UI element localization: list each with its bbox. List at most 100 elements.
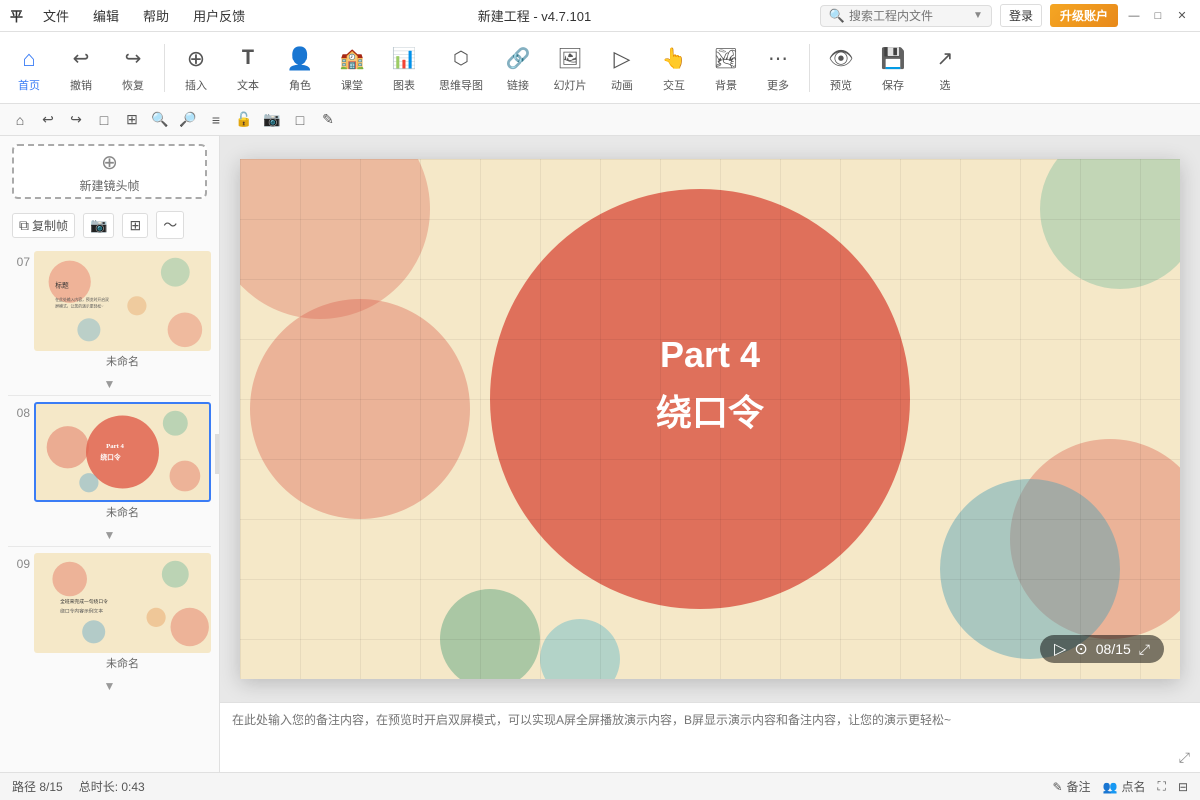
- wave-tool-button[interactable]: 〜: [156, 211, 184, 239]
- toolbar-select[interactable]: ↗ 选: [920, 39, 970, 97]
- maximize-button[interactable]: □: [1150, 8, 1166, 24]
- link-label: 链接: [507, 77, 529, 93]
- annotation-icon: ✎: [1052, 780, 1062, 794]
- sec-list-btn[interactable]: ≡: [204, 108, 228, 132]
- notes-expand-button[interactable]: ⤢: [1179, 749, 1190, 766]
- slide-thumb-08: Part 4 绕口令: [34, 402, 211, 502]
- platform-label: 平: [10, 6, 23, 25]
- class-icon: 🏫: [340, 43, 365, 75]
- status-duration: 总时长: 0:43: [79, 778, 145, 795]
- grid-tool-button[interactable]: ⊞: [122, 213, 148, 238]
- insert-icon: ⊕: [187, 43, 205, 75]
- notes-textarea[interactable]: [232, 711, 1188, 764]
- sec-camera-btn[interactable]: 📷: [260, 108, 284, 132]
- menu-file[interactable]: 文件: [39, 4, 73, 27]
- camera-tool-button[interactable]: 📷: [83, 213, 114, 238]
- search-dropdown-icon[interactable]: ▼: [973, 10, 983, 21]
- toolbar-link[interactable]: 🔗 链接: [493, 39, 543, 97]
- toolbar-animation[interactable]: ▷ 动画: [597, 39, 647, 97]
- background-icon: 🏞: [713, 43, 738, 75]
- search-input[interactable]: [849, 9, 969, 23]
- title-bar-left: 平 文件 编辑 帮助 用户反馈: [10, 4, 249, 27]
- slide-expand-07[interactable]: ▼: [104, 377, 116, 391]
- toolbar-more[interactable]: ⋯ 更多: [753, 39, 803, 97]
- toolbar-insert[interactable]: ⊕ 插入: [171, 39, 221, 97]
- svg-text:Part 4: Part 4: [106, 443, 124, 450]
- sec-zoomin-btn[interactable]: 🔍: [148, 108, 172, 132]
- sec-grid-btn[interactable]: ⊞: [120, 108, 144, 132]
- toolbar-chart[interactable]: 📊 图表: [379, 39, 429, 97]
- sec-zoomout-btn[interactable]: 🔎: [176, 108, 200, 132]
- sec-fwd-btn[interactable]: ↪: [64, 108, 88, 132]
- slide-expand-09[interactable]: ▼: [104, 679, 116, 693]
- toolbar-class[interactable]: 🏫 课堂: [327, 39, 377, 97]
- undo-label: 撤销: [70, 77, 92, 93]
- slide-thumb-09: 全班来完成一句绕口令 绕口令内容示例文本: [34, 553, 211, 653]
- role-icon: 👤: [286, 43, 313, 75]
- undo-icon: ↩: [73, 43, 90, 75]
- collapse-status-button[interactable]: ⊟: [1178, 780, 1188, 794]
- search-box[interactable]: 🔍 ▼: [820, 5, 992, 27]
- slide-tools: ⧉ 复制帧 📷 ⊞ 〜: [0, 207, 219, 243]
- title-bar-right: 🔍 ▼ 登录 升级账户 — □ ✕: [820, 4, 1190, 27]
- new-slide-button[interactable]: ⊕ 新建镜头帧: [12, 144, 207, 199]
- toolbar-text[interactable]: 𝐓 文本: [223, 39, 273, 97]
- main-toolbar: ⌂ 首页 ↩ 撤销 ↪ 恢复 ⊕ 插入 𝐓 文本 👤 角色 🏫 课堂 📊 图表 …: [0, 32, 1200, 104]
- fullscreen-button[interactable]: ⛶: [1158, 779, 1166, 794]
- circle-topright-green: [1040, 159, 1180, 289]
- toolbar-interact[interactable]: 👆 交互: [649, 39, 699, 97]
- toolbar-mindmap[interactable]: ⬡ 思维导图: [431, 39, 491, 97]
- wave-tool-icon: 〜: [163, 215, 177, 235]
- save-label: 保存: [882, 77, 904, 93]
- sec-edit-btn[interactable]: ✎: [316, 108, 340, 132]
- chart-icon: 📊: [392, 43, 417, 75]
- canvas-title-line2: 绕口令: [590, 384, 830, 436]
- home-label: 首页: [18, 77, 40, 93]
- link-icon: 🔗: [506, 43, 531, 75]
- slide-item-07[interactable]: 07 标题 在此处输入内容，预览时开启双 屏模式，让您的演示更轻松~: [0, 247, 219, 375]
- select-label: 选: [940, 77, 951, 93]
- slide-item-08[interactable]: 08 Part 4 绕口令 未: [0, 398, 219, 526]
- svg-text:在此处输入内容，预览时开启双: 在此处输入内容，预览时开启双: [55, 297, 109, 302]
- toolbar-home[interactable]: ⌂ 首页: [4, 39, 54, 97]
- sec-lock-btn[interactable]: 🔓: [232, 108, 256, 132]
- interact-label: 交互: [663, 77, 685, 93]
- sec-rect-btn[interactable]: □: [288, 108, 312, 132]
- login-button[interactable]: 登录: [1000, 4, 1042, 27]
- minimize-button[interactable]: —: [1126, 8, 1142, 24]
- sec-back-btn[interactable]: ↩: [36, 108, 60, 132]
- callname-button[interactable]: 👥 点名: [1103, 778, 1146, 795]
- slideshow-icon: 🖼: [557, 43, 582, 75]
- canvas-area: Part 4 绕口令 ▷ ⊙ 08/15 ⤢ ⤢: [220, 136, 1200, 772]
- close-button[interactable]: ✕: [1174, 8, 1190, 24]
- toolbar-role[interactable]: 👤 角色: [275, 39, 325, 97]
- sidebar: ⊕ 新建镜头帧 ⧉ 复制帧 📷 ⊞ 〜 07: [0, 136, 220, 772]
- more-icon: ⋯: [768, 43, 788, 75]
- slide-divider-08: [8, 546, 211, 547]
- sec-home-btn[interactable]: ⌂: [8, 108, 32, 132]
- toolbar-redo[interactable]: ↪ 恢复: [108, 39, 158, 97]
- more-label: 更多: [767, 77, 789, 93]
- background-label: 背景: [715, 77, 737, 93]
- toolbar-preview[interactable]: 👁 预览: [816, 39, 866, 97]
- toolbar-background[interactable]: 🏞 背景: [701, 39, 751, 97]
- menu-help[interactable]: 帮助: [139, 4, 173, 27]
- copy-frame-button[interactable]: ⧉ 复制帧: [12, 213, 75, 238]
- copy-label: 复制帧: [32, 217, 68, 234]
- menu-feedback[interactable]: 用户反馈: [189, 4, 249, 27]
- new-slide-icon: ⊕: [101, 150, 118, 175]
- toolbar-save[interactable]: 💾 保存: [868, 39, 918, 97]
- search-icon: 🔍: [829, 8, 845, 24]
- circle-left-salmon: [250, 299, 470, 519]
- menu-edit[interactable]: 编辑: [89, 4, 123, 27]
- slide-item-09[interactable]: 09 全班来完成一句绕口令 绕口令内容示例文本: [0, 549, 219, 677]
- sec-frame-btn[interactable]: □: [92, 108, 116, 132]
- slide-num-08: 08: [8, 402, 30, 420]
- grid-tool-icon: ⊞: [129, 217, 141, 234]
- toolbar-undo[interactable]: ↩ 撤销: [56, 39, 106, 97]
- slide-canvas[interactable]: Part 4 绕口令 ▷ ⊙ 08/15 ⤢: [240, 159, 1180, 679]
- slide-expand-08[interactable]: ▼: [104, 528, 116, 542]
- annotation-button[interactable]: ✎ 备注: [1052, 778, 1090, 795]
- upgrade-button[interactable]: 升级账户: [1050, 4, 1118, 27]
- toolbar-slideshow[interactable]: 🖼 幻灯片: [545, 39, 595, 97]
